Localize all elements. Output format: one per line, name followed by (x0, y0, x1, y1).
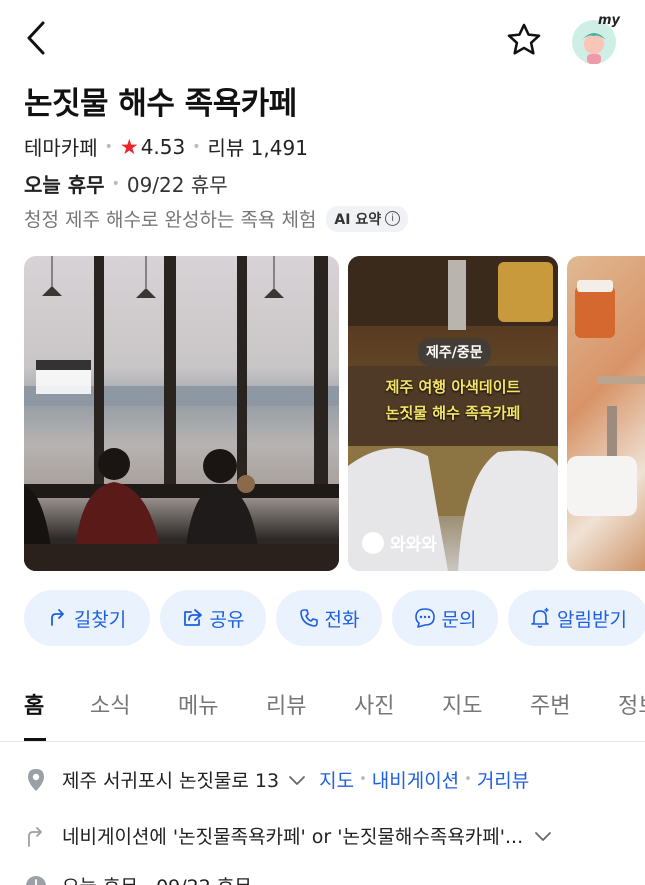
favorite-button[interactable] (502, 18, 546, 62)
star-outline-icon (507, 23, 541, 55)
share-button[interactable]: 공유 (160, 590, 266, 646)
photo-author[interactable]: 와와와 (362, 530, 437, 555)
call-label: 전화 (324, 608, 360, 631)
hours-detail-text: 오늘 휴무 · 09/22 휴무 (62, 872, 252, 885)
photo-caption-line2: 논짓물 해수 족욕카페 (385, 404, 521, 422)
action-bar: 길찾기 공유 전화 문의 알림받기 (24, 590, 645, 646)
ai-summary-badge[interactable]: AI 요약 i (326, 205, 409, 232)
tab-menu[interactable]: 메뉴 (178, 688, 218, 720)
rating-star-icon: ★ (119, 134, 139, 159)
separator-dot: • (104, 138, 113, 155)
chevron-left-icon (27, 21, 45, 55)
chevron-down-icon[interactable] (533, 829, 553, 843)
separator-dot: • (111, 175, 120, 192)
place-title: 논짓물 해수 족욕카페 (24, 86, 297, 122)
summary-row: 청정 제주 해수로 완성하는 족욕 체험 AI 요약 i (24, 205, 409, 232)
navigation-hint-row[interactable]: 네비게이션에 '논짓물족욕카페' or '논짓물해수족욕카페'... (24, 822, 553, 849)
share-icon (183, 609, 202, 626)
notify-label: 알림받기 (557, 608, 627, 631)
tab-news[interactable]: 소식 (90, 688, 130, 720)
author-name: 와와와 (390, 535, 437, 555)
info-icon: i (385, 211, 401, 226)
separator-dot: • (464, 772, 472, 787)
location-pin-icon (28, 768, 44, 791)
tab-map[interactable]: 지도 (442, 688, 482, 720)
inquiry-label: 문의 (441, 608, 477, 631)
top-bar: my (0, 0, 645, 78)
tab-home[interactable]: 홈 (24, 688, 44, 720)
address-row: 제주 서귀포시 논짓물로 13 지도 • 내비게이션 • 거리뷰 (24, 766, 529, 793)
ai-badge-label: AI 요약 (334, 211, 382, 228)
separator-dot: • (359, 772, 367, 787)
tab-bar: 홈 소식 메뉴 리뷰 사진 지도 주변 정보 (0, 668, 645, 742)
share-label: 공유 (209, 608, 245, 631)
address-text[interactable]: 제주 서귀포시 논짓물로 13 (62, 766, 279, 793)
review-count-link[interactable]: 리뷰 1,491 (208, 132, 308, 161)
tab-info[interactable]: 정보 (618, 688, 645, 720)
hours-note: 09/22 휴무 (126, 173, 228, 197)
third-photo-image (567, 280, 645, 516)
bell-icon (531, 607, 549, 628)
inquiry-button[interactable]: 문의 (392, 590, 498, 646)
avatar-icon: my (572, 13, 621, 64)
tab-reviews[interactable]: 리뷰 (266, 688, 306, 720)
back-button[interactable] (18, 18, 54, 58)
directions-label: 길찾기 (73, 608, 127, 631)
photo-location-tag: 제주/중문 (418, 338, 491, 366)
streetview-link[interactable]: 거리뷰 (477, 766, 529, 793)
active-tab-indicator (24, 738, 46, 741)
category-label: 테마카페 (24, 136, 98, 160)
avatar[interactable]: my (568, 12, 624, 66)
tab-photos[interactable]: 사진 (354, 688, 394, 720)
rating-value: 4.53 (140, 134, 186, 159)
summary-text: 청정 제주 해수로 완성하는 족욕 체험 (24, 209, 317, 231)
photo-carousel[interactable]: 제주/중문 제주 여행 아색데이트 논짓물 해수 족욕카페 와와와 (24, 256, 645, 571)
hours-status: 오늘 휴무 (24, 173, 105, 197)
chat-icon (414, 608, 435, 628)
author-avatar-icon (362, 531, 384, 554)
directions-button[interactable]: 길찾기 (24, 590, 150, 646)
call-button[interactable]: 전화 (276, 590, 382, 646)
map-link[interactable]: 지도 (319, 766, 354, 793)
photo-cafe-window[interactable] (24, 256, 339, 571)
phone-icon (299, 609, 318, 627)
directions-icon (50, 609, 64, 626)
window-scene-image (24, 256, 339, 571)
separator-dot: • (192, 138, 201, 155)
photo-caption-line1: 제주 여행 아색데이트 (385, 378, 521, 396)
svg-text:my: my (598, 13, 621, 28)
navigation-hint-text: 네비게이션에 '논짓물족욕카페' or '논짓물해수족욕카페'... (62, 826, 524, 848)
hours-detail-row[interactable]: 오늘 휴무 · 09/22 휴무 (24, 872, 252, 885)
clock-icon (26, 875, 46, 885)
photo-footbath[interactable]: 제주/중문 제주 여행 아색데이트 논짓물 해수 족욕카페 와와와 (348, 256, 558, 571)
hours-row[interactable]: 오늘 휴무 • 09/22 휴무 (24, 169, 228, 198)
chevron-down-icon[interactable] (287, 773, 307, 787)
tab-nearby[interactable]: 주변 (530, 688, 570, 720)
navigation-link[interactable]: 내비게이션 (372, 766, 459, 793)
meta-row: 테마카페 • ★ 4.53 • 리뷰 1,491 (24, 132, 308, 161)
notify-button[interactable]: 알림받기 (508, 590, 645, 646)
photo-third[interactable] (567, 256, 645, 571)
route-arrow-icon (28, 826, 42, 847)
